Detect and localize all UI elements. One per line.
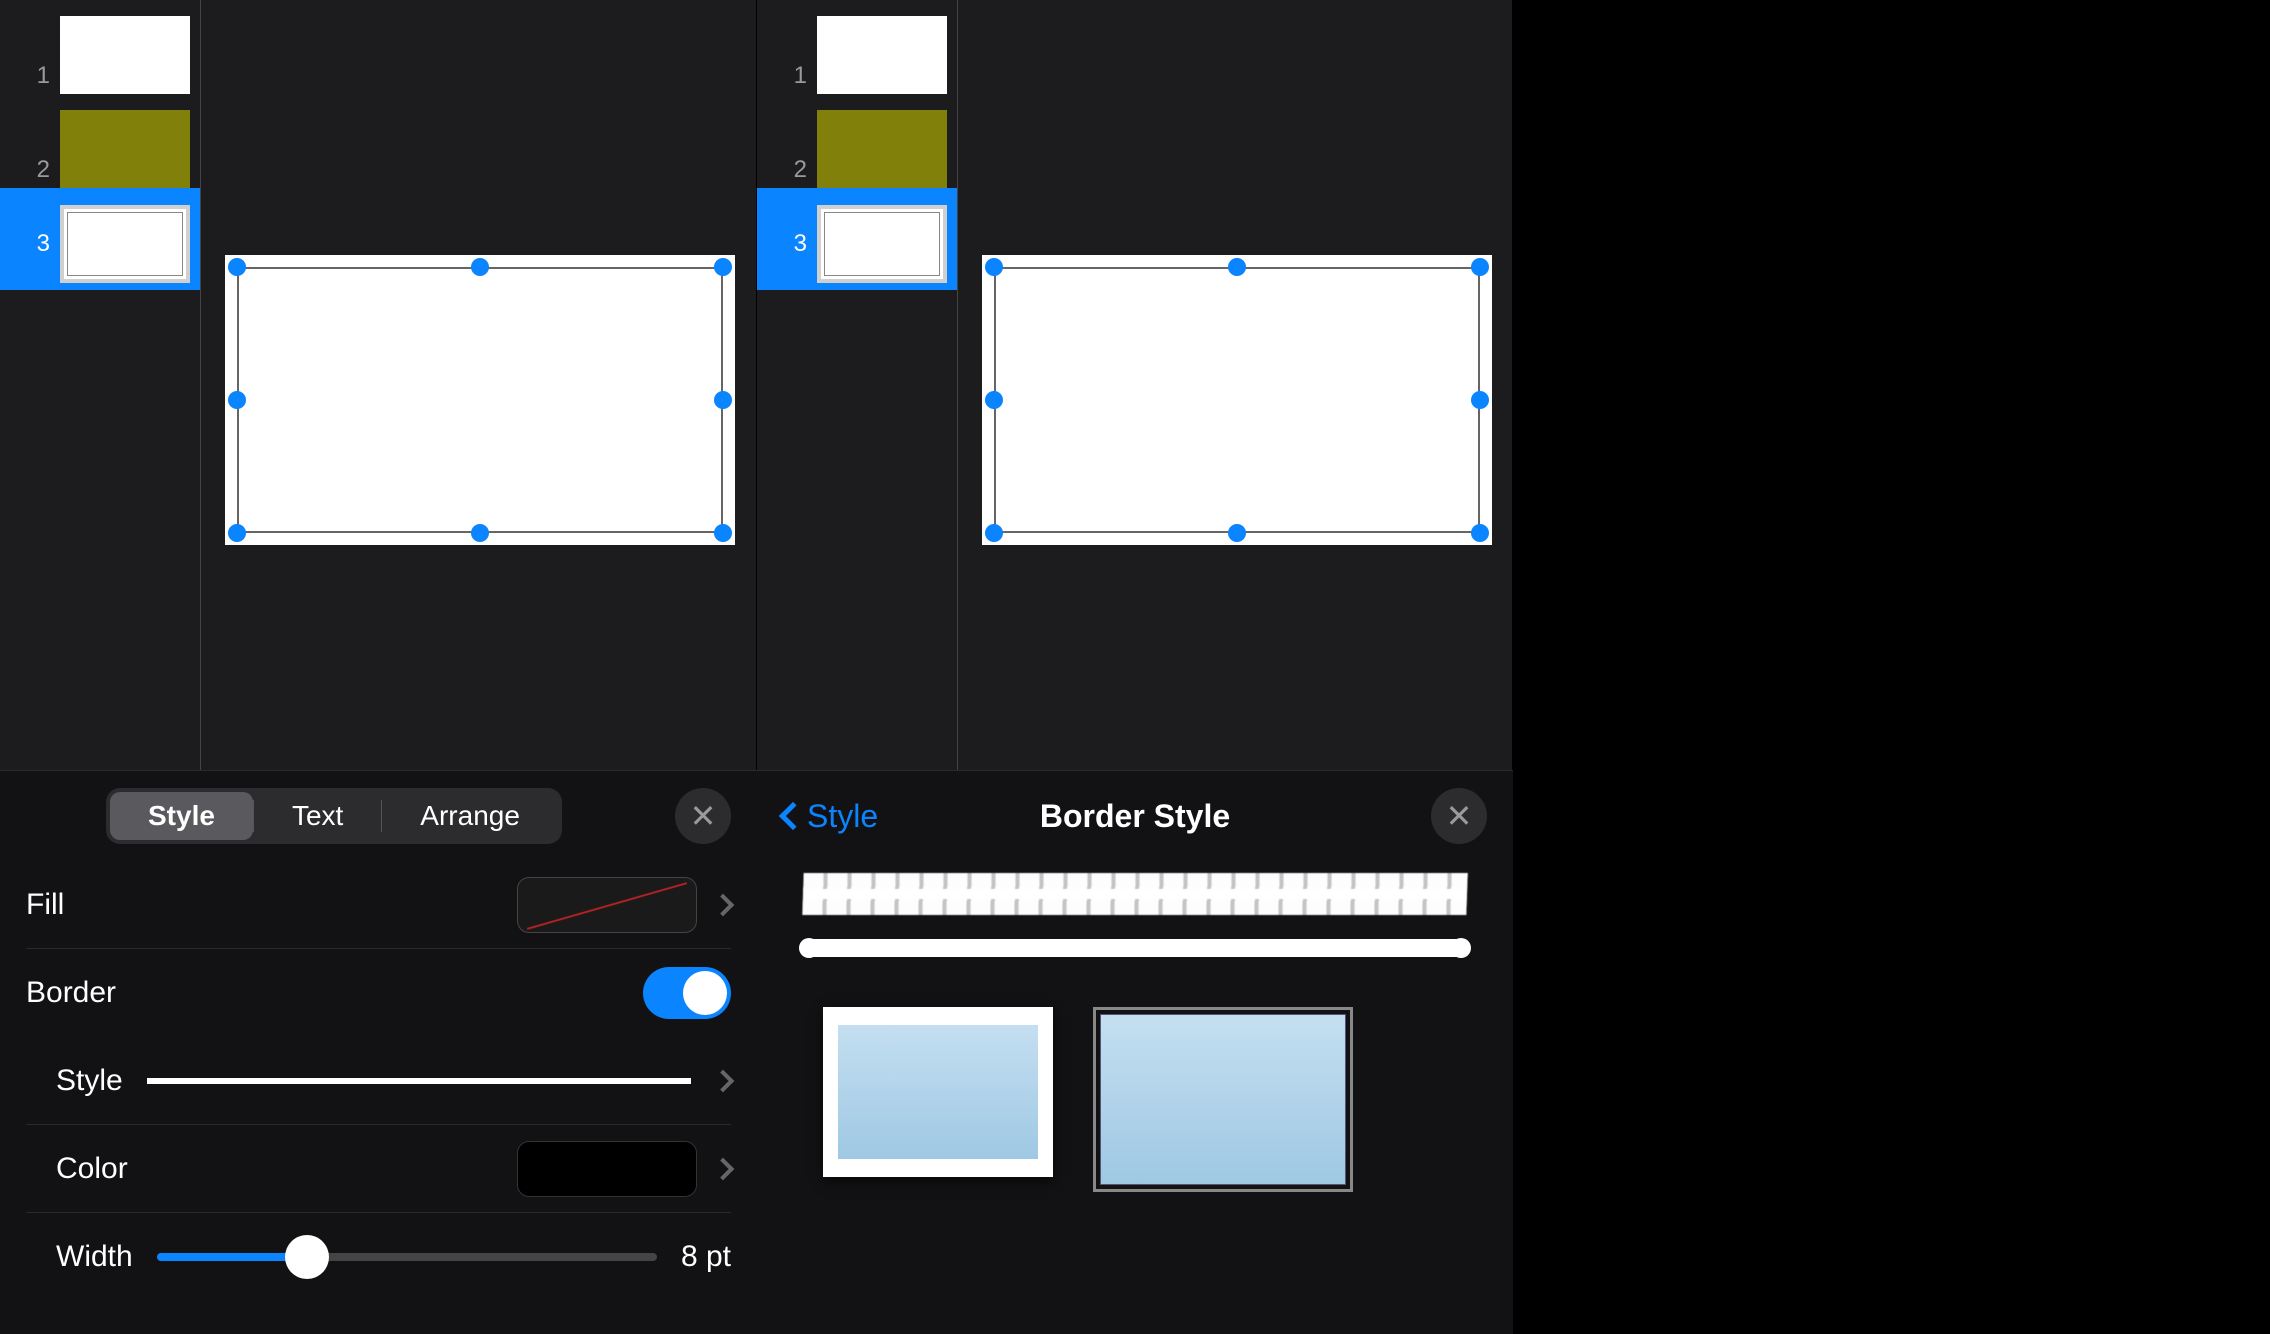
selection-border [994,267,1480,533]
resize-handle[interactable] [1471,391,1489,409]
resize-handle[interactable] [471,524,489,542]
canvas-area: 1 2 3 [757,0,1513,770]
rail-divider [957,0,958,770]
slide-thumbnail-1[interactable]: 1 [0,0,200,94]
border-style-option-brush[interactable] [803,879,1467,909]
thumbnail-preview [817,110,947,188]
resize-handle[interactable] [228,524,246,542]
slide-thumbnail-rail: 1 2 3 [757,0,957,770]
border-row: Border [26,949,731,1037]
slide-number: 2 [787,156,807,188]
resize-handle[interactable] [714,524,732,542]
slider-thumb[interactable] [285,1235,329,1279]
resize-handle[interactable] [714,258,732,276]
fill-swatch-none[interactable] [517,877,697,933]
slide-number: 2 [30,156,50,188]
selected-shape[interactable] [225,255,735,545]
resize-handle[interactable] [714,391,732,409]
border-toggle[interactable] [643,967,731,1019]
border-width-row: Width 8 pt [26,1213,731,1301]
border-width-label: Width [56,1240,133,1274]
resize-handle[interactable] [228,258,246,276]
segment-text[interactable]: Text [254,792,381,840]
border-style-option-frame-white[interactable] [823,1007,1053,1177]
format-panel-border-style: Style Border Style ✕ [757,770,1513,1334]
close-icon: ✕ [1446,797,1473,835]
width-value: 8 pt [681,1240,731,1274]
canvas-area: 1 2 3 [0,0,757,770]
fill-row[interactable]: Fill [26,861,731,949]
selected-shape[interactable] [982,255,1492,545]
chevron-right-icon [712,893,735,916]
segment-style[interactable]: Style [110,792,253,840]
chevron-left-icon [779,802,807,830]
slide-thumbnail-rail: 1 2 3 [0,0,200,770]
border-style-option-frame-thin[interactable] [1093,1007,1353,1192]
segment-control: Style Text Arrange [106,788,562,844]
back-label: Style [807,798,878,835]
close-button[interactable]: ✕ [675,788,731,844]
resize-handle[interactable] [985,391,1003,409]
back-button[interactable]: Style [783,798,878,835]
slide-number: 1 [787,62,807,94]
border-label: Border [26,976,116,1010]
slide-thumbnail-1[interactable]: 1 [757,0,957,94]
slide-thumbnail-2[interactable]: 2 [757,94,957,188]
slide-thumbnail-2[interactable]: 2 [0,94,200,188]
slide-thumbnail-3[interactable]: 3 [757,188,957,290]
thumbnail-preview [817,16,947,94]
border-color-row[interactable]: Color [26,1125,731,1213]
border-color-label: Color [56,1152,128,1186]
selection-border [237,267,723,533]
resize-handle[interactable] [228,391,246,409]
slide-number: 3 [787,230,807,258]
resize-handle[interactable] [985,258,1003,276]
fill-label: Fill [26,888,64,922]
slide-thumbnail-3[interactable]: 3 [0,188,200,290]
format-panel-style: Style Text Arrange ✕ Fill Border [0,770,757,1334]
segment-arrange[interactable]: Arrange [382,792,558,840]
border-style-option-organic[interactable] [803,939,1467,957]
panel-title: Border Style [783,798,1487,835]
chevron-right-icon [712,1157,735,1180]
chevron-right-icon [712,1069,735,1092]
border-style-label: Style [56,1064,123,1098]
resize-handle[interactable] [985,524,1003,542]
thumbnail-preview [60,16,190,94]
resize-handle[interactable] [1228,524,1246,542]
thumbnail-preview [817,205,947,283]
border-style-row[interactable]: Style [26,1037,731,1125]
border-style-preview [147,1078,691,1084]
thumbnail-preview [60,110,190,188]
close-button[interactable]: ✕ [1431,788,1487,844]
resize-handle[interactable] [1471,258,1489,276]
resize-handle[interactable] [471,258,489,276]
rail-divider [200,0,201,770]
width-slider[interactable] [157,1253,657,1261]
close-icon: ✕ [690,797,717,835]
resize-handle[interactable] [1471,524,1489,542]
resize-handle[interactable] [1228,258,1246,276]
slide-number: 3 [30,230,50,258]
slide-number: 1 [30,62,50,94]
color-swatch[interactable] [517,1141,697,1197]
thumbnail-preview [60,205,190,283]
